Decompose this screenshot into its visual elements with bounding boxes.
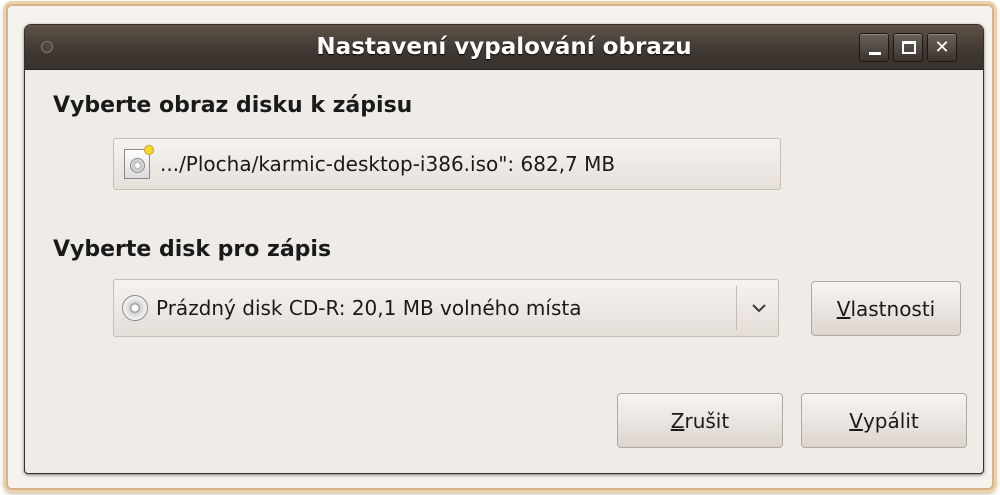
properties-button[interactable]: Vlastnosti (811, 281, 961, 336)
image-section-heading: Vyberte obraz disku k zápisu (53, 93, 413, 118)
cancel-label: rušit (684, 408, 730, 433)
burn-mnemonic: V (849, 408, 863, 433)
maximize-icon (902, 41, 916, 54)
image-file-label: .../Plocha/karmic-desktop-i386.iso": 682… (160, 152, 616, 176)
properties-mnemonic: V (836, 296, 851, 321)
close-icon: ✕ (934, 37, 950, 58)
cancel-button[interactable]: Zrušit (617, 393, 783, 448)
cancel-mnemonic: Z (670, 408, 685, 433)
disc-select[interactable]: Prázdný disk CD-R: 20,1 MB volného místa (113, 279, 779, 337)
minimize-icon (869, 52, 881, 55)
new-emblem-icon (144, 145, 154, 155)
burn-label: ypálit (862, 408, 919, 433)
burn-button[interactable]: Vypálit (801, 393, 967, 448)
disc-section-heading: Vyberte disk pro zápis (53, 237, 332, 262)
minimize-button[interactable] (859, 33, 889, 62)
image-file-chooser[interactable]: .../Plocha/karmic-desktop-i386.iso": 682… (113, 138, 781, 190)
window-title: Nastavení vypalování obrazu (316, 34, 692, 60)
close-button[interactable]: ✕ (927, 33, 957, 62)
cd-icon (122, 295, 148, 321)
disc-image-file-icon (124, 145, 154, 179)
burn-image-dialog: Nastavení vypalování obrazu ✕ Vyberte ob… (24, 24, 984, 474)
maximize-button[interactable] (893, 33, 923, 62)
chevron-down-icon[interactable] (744, 280, 774, 336)
properties-label: lastnosti (850, 296, 936, 321)
combo-separator (736, 286, 737, 330)
disc-select-value: Prázdný disk CD-R: 20,1 MB volného místa (156, 296, 582, 320)
title-bar[interactable]: Nastavení vypalování obrazu ✕ (25, 25, 983, 70)
disc-glyph (130, 158, 145, 173)
